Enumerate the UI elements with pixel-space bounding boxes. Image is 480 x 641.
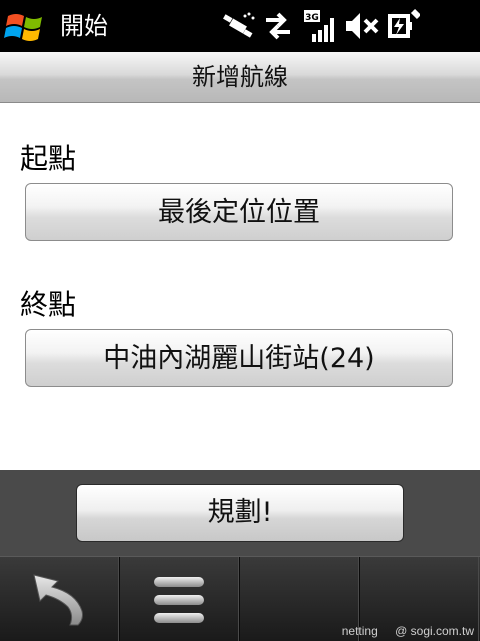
signal-badge-text: 3G: [305, 13, 319, 23]
route-form: 起點 最後定位位置 終點 中油內湖麗山街站(24): [0, 103, 480, 470]
start-label[interactable]: 開始: [60, 10, 108, 42]
start-point-button[interactable]: 最後定位位置: [25, 183, 453, 241]
softkey-bar: netting @ sogi.com.tw: [0, 556, 480, 641]
plan-route-button[interactable]: 規劃!: [76, 484, 404, 542]
page-title: 新增航線: [192, 63, 288, 91]
start-point-label: 起點: [20, 142, 77, 175]
data-transfer-icon[interactable]: [262, 8, 294, 44]
end-point-button[interactable]: 中油內湖麗山街站(24): [25, 329, 453, 387]
action-bar: 規劃!: [0, 470, 480, 556]
speaker-muted-icon[interactable]: [344, 8, 380, 44]
end-point-label: 終點: [20, 288, 77, 321]
back-arrow-icon: [33, 574, 83, 626]
softkey-menu[interactable]: [120, 557, 240, 641]
3g-signal-icon[interactable]: 3G: [302, 8, 338, 44]
windows-flag-icon[interactable]: [4, 8, 48, 44]
watermark-right: @ sogi.com.tw: [395, 624, 474, 638]
softkey-back[interactable]: [0, 557, 120, 641]
battery-charging-icon[interactable]: [384, 8, 420, 44]
title-bar: 新增航線: [0, 52, 480, 103]
gps-satellite-icon[interactable]: [222, 8, 256, 44]
watermark-left: netting: [341, 624, 378, 638]
status-bar: 開始 3G: [0, 0, 480, 52]
menu-icon: [154, 577, 204, 623]
watermark: netting @ sogi.com.tw: [328, 624, 474, 638]
